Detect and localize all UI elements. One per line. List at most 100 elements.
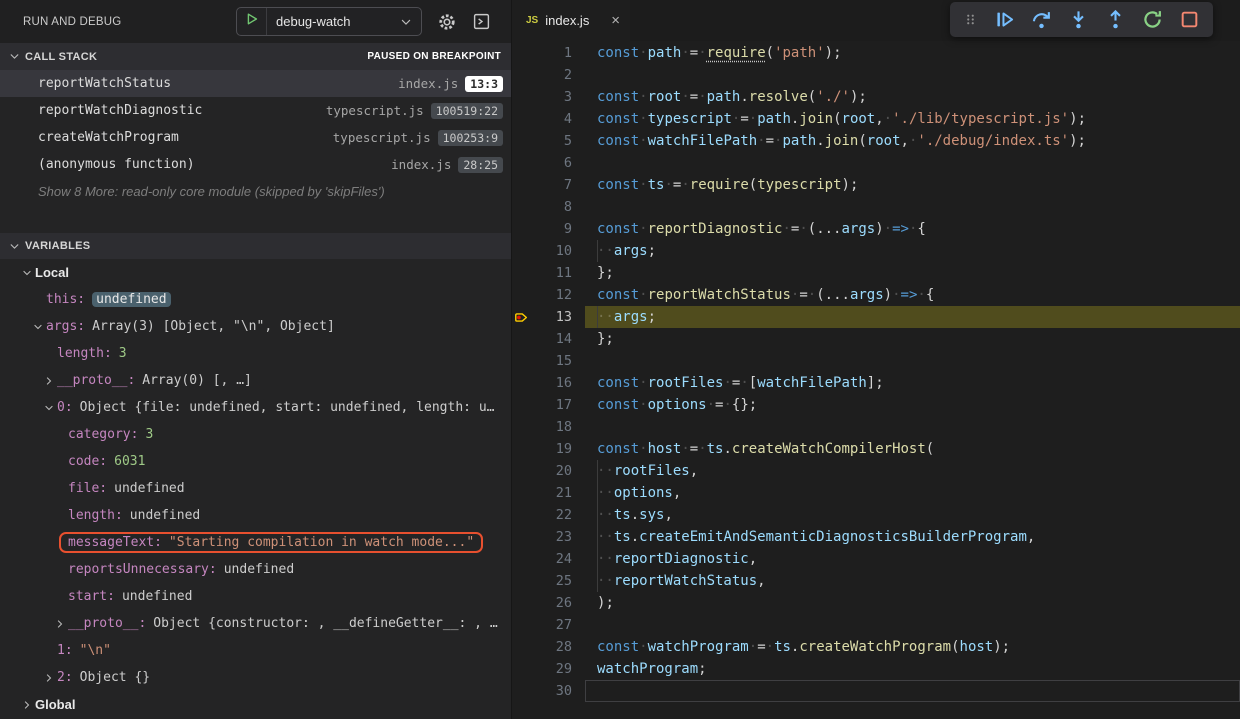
line-gutter[interactable]: 24 <box>512 548 585 570</box>
stack-frame-row[interactable]: createWatchProgram typescript.js 100253:9 <box>0 124 511 151</box>
gear-icon[interactable] <box>437 12 457 32</box>
breakpoint-current-line-icon[interactable] <box>512 310 529 325</box>
code-content[interactable] <box>585 416 1240 438</box>
line-gutter[interactable]: 27 <box>512 614 585 636</box>
line-gutter[interactable]: 10 <box>512 240 585 262</box>
step-over-icon[interactable] <box>1031 9 1052 30</box>
step-into-icon[interactable] <box>1068 9 1089 30</box>
line-gutter[interactable]: 3 <box>512 86 585 108</box>
code-content[interactable]: ··reportWatchStatus, <box>585 570 1240 592</box>
code-content[interactable] <box>585 64 1240 86</box>
line-gutter[interactable]: 21 <box>512 482 585 504</box>
line-gutter[interactable]: 2 <box>512 64 585 86</box>
code-content[interactable]: const·host·=·ts.createWatchCompilerHost( <box>585 438 1240 460</box>
variable-row[interactable]: 2: Object {} <box>0 664 511 691</box>
code-content[interactable] <box>585 196 1240 218</box>
line-gutter[interactable]: 20 <box>512 460 585 482</box>
chevron-down-icon[interactable] <box>32 321 46 333</box>
variable-row[interactable]: this: undefined <box>0 286 511 313</box>
code-content[interactable]: ··args; <box>585 240 1240 262</box>
code-content[interactable]: watchProgram; <box>585 658 1240 680</box>
line-gutter[interactable]: 15 <box>512 350 585 372</box>
tab-index-js[interactable]: JS index.js × <box>512 0 630 41</box>
line-gutter[interactable]: 25 <box>512 570 585 592</box>
code-content[interactable]: }; <box>585 328 1240 350</box>
variable-row[interactable]: Local <box>0 259 511 286</box>
show-more-frames-link[interactable]: Show 8 More: read-only core module (skip… <box>0 178 511 205</box>
line-gutter[interactable]: 7 <box>512 174 585 196</box>
variable-row[interactable]: file: undefined <box>0 475 511 502</box>
chevron-right-icon[interactable] <box>21 699 35 711</box>
code-content[interactable]: }; <box>585 262 1240 284</box>
code-content[interactable] <box>585 350 1240 372</box>
code-content[interactable]: const·rootFiles·=·[watchFilePath]; <box>585 372 1240 394</box>
variable-row[interactable]: length: undefined <box>0 502 511 529</box>
variable-row[interactable]: Global <box>0 691 511 718</box>
variables-header[interactable]: VARIABLES <box>0 233 511 259</box>
code-content[interactable]: ··args; <box>585 306 1240 328</box>
code-content[interactable]: const·reportDiagnostic·=·(...args)·=>·{ <box>585 218 1240 240</box>
code-content[interactable]: const·root·=·path.resolve('./'); <box>585 86 1240 108</box>
restart-icon[interactable] <box>1142 9 1163 30</box>
line-gutter[interactable]: 26 <box>512 592 585 614</box>
drag-handle[interactable] <box>963 11 978 28</box>
chevron-right-icon[interactable] <box>54 618 68 630</box>
variable-row[interactable]: start: undefined <box>0 583 511 610</box>
variable-row[interactable]: 1: "\n" <box>0 637 511 664</box>
code-content[interactable] <box>585 680 1240 702</box>
line-gutter[interactable]: 30 <box>512 680 585 702</box>
code-content[interactable]: ··rootFiles, <box>585 460 1240 482</box>
code-content[interactable]: ··ts.sys, <box>585 504 1240 526</box>
code-content[interactable] <box>585 152 1240 174</box>
code-content[interactable]: ); <box>585 592 1240 614</box>
variable-row[interactable]: reportsUnnecessary: undefined <box>0 556 511 583</box>
chevron-right-icon[interactable] <box>43 375 57 387</box>
stack-frame-row[interactable]: reportWatchDiagnostic typescript.js 100519… <box>0 97 511 124</box>
line-gutter[interactable]: 9 <box>512 218 585 240</box>
stack-frame-row[interactable]: (anonymous function) index.js 28:25 <box>0 151 511 178</box>
line-gutter[interactable]: 19 <box>512 438 585 460</box>
code-content[interactable]: ··options, <box>585 482 1240 504</box>
line-gutter[interactable]: 5 <box>512 130 585 152</box>
line-gutter[interactable]: 11 <box>512 262 585 284</box>
line-gutter[interactable]: 18 <box>512 416 585 438</box>
code-content[interactable]: const·watchProgram·=·ts.createWatchProgr… <box>585 636 1240 658</box>
line-gutter[interactable]: 8 <box>512 196 585 218</box>
line-gutter[interactable]: 1 <box>512 42 585 64</box>
line-gutter[interactable]: 16 <box>512 372 585 394</box>
launch-config-dropdown[interactable]: debug-watch <box>236 7 422 36</box>
variable-row[interactable]: messageText: "Starting compilation in wat… <box>0 529 511 556</box>
code-content[interactable]: const·ts·=·require(typescript); <box>585 174 1240 196</box>
code-content[interactable]: const·options·=·{}; <box>585 394 1240 416</box>
start-debug-button[interactable] <box>237 8 267 35</box>
variable-row[interactable]: __proto__: Object {constructor: , __defin… <box>0 610 511 637</box>
chevron-down-icon[interactable] <box>43 402 57 414</box>
line-gutter[interactable]: 14 <box>512 328 585 350</box>
line-gutter[interactable]: 12 <box>512 284 585 306</box>
code-content[interactable]: const·watchFilePath·=·path.join(root,·'.… <box>585 130 1240 152</box>
stack-frame-row[interactable]: reportWatchStatus index.js 13:3 <box>0 70 511 97</box>
code-content[interactable]: const·reportWatchStatus·=·(...args)·=>·{ <box>585 284 1240 306</box>
code-content[interactable]: const·path·=·require('path'); <box>585 42 1240 64</box>
chevron-down-icon[interactable] <box>21 267 35 279</box>
code-content[interactable]: const·typescript·=·path.join(root,·'./li… <box>585 108 1240 130</box>
variable-row[interactable]: code: 6031 <box>0 448 511 475</box>
step-out-icon[interactable] <box>1105 9 1126 30</box>
line-gutter[interactable]: 23 <box>512 526 585 548</box>
variable-row[interactable]: length: 3 <box>0 340 511 367</box>
code-content[interactable]: ··reportDiagnostic, <box>585 548 1240 570</box>
line-gutter[interactable]: 28 <box>512 636 585 658</box>
stop-icon[interactable] <box>1179 9 1200 30</box>
chevron-right-icon[interactable] <box>43 672 57 684</box>
variable-row[interactable]: __proto__: Array(0) [, …] <box>0 367 511 394</box>
close-icon[interactable]: × <box>611 13 620 28</box>
line-gutter[interactable]: 4 <box>512 108 585 130</box>
line-gutter[interactable]: 29 <box>512 658 585 680</box>
variable-row[interactable]: category: 3 <box>0 421 511 448</box>
variable-row[interactable]: 0: Object {file: undefined, start: undefi… <box>0 394 511 421</box>
line-gutter[interactable]: 17 <box>512 394 585 416</box>
code-content[interactable] <box>585 614 1240 636</box>
line-gutter[interactable]: 13 <box>512 306 585 328</box>
debug-console-icon[interactable] <box>472 12 491 31</box>
line-gutter[interactable]: 6 <box>512 152 585 174</box>
